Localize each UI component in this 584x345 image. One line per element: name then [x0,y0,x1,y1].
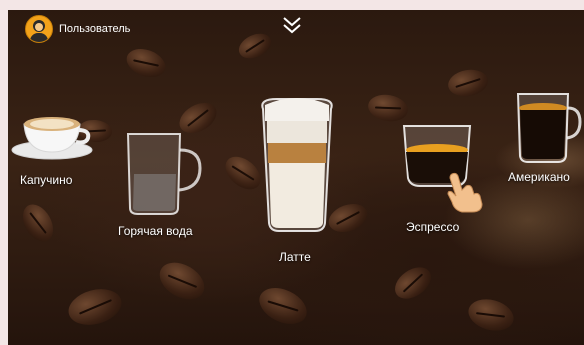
user-name-label: Пользователь [59,23,131,35]
latte-glass-icon [261,98,333,232]
drink-label: Капучино [20,173,73,187]
drink-latte[interactable]: Латте [252,95,342,265]
user-profile-button[interactable]: Пользователь [25,15,130,43]
drink-espresso[interactable]: Эспрессо [400,120,490,240]
avatar-icon [25,15,53,43]
drink-label: Горячая вода [118,224,193,238]
cappuccino-cup-icon [11,117,93,160]
bean-decoration [389,260,437,306]
chevron-down-icon[interactable] [282,16,302,34]
bean-decoration [64,283,126,331]
bean-decoration [464,294,518,336]
water-glass-icon [126,133,202,215]
bean-decoration [122,43,170,83]
drink-cappuccino[interactable]: Капучино [8,108,98,198]
touch-hand-icon [447,172,483,213]
bean-decoration [446,66,490,100]
americano-glass-icon [516,93,582,163]
bean-decoration [153,255,211,307]
bean-decoration [253,280,313,332]
drink-label: Латте [279,250,311,264]
drink-americano[interactable]: Американо [506,90,584,190]
drink-hot-water[interactable]: Горячая вода [114,128,224,243]
bean-decoration [16,199,60,247]
drink-label: Эспрессо [406,220,460,234]
bean-decoration [234,28,276,64]
drink-label: Американо [508,170,570,184]
